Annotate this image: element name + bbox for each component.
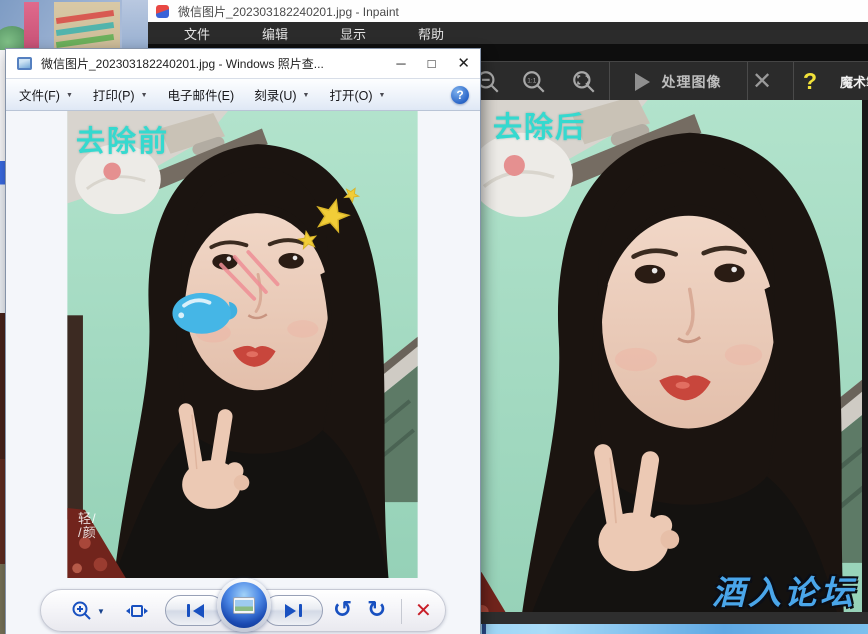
minimize-button[interactable]: ─ [396, 57, 405, 70]
chevron-down-icon: ▼ [303, 90, 310, 99]
taskbar-mark [482, 624, 486, 634]
magic-pen-label: 魔术笔 [840, 72, 868, 91]
process-image-label: 处理图像 [662, 72, 722, 92]
viewer-menu-email[interactable]: 电子邮件(E) [168, 85, 235, 104]
slideshow-button[interactable] [217, 578, 271, 632]
wallpaper-banner [24, 2, 39, 54]
actual-size-icon: 1:1 [521, 69, 547, 95]
viewer-menubar: 文件(F) ▼ 打印(P) ▼ 电子邮件(E) 刻录(U) ▼ 打开(O) ▼ … [6, 78, 480, 111]
forum-watermark: 酒入论坛 [712, 566, 856, 612]
fit-to-window-icon [125, 600, 149, 622]
viewer-window-buttons: ─ □ ✕ [396, 56, 470, 71]
next-icon [285, 604, 296, 618]
inpaint-menu-view[interactable]: 显示 [340, 24, 366, 43]
viewer-menu-file[interactable]: 文件(F) ▼ [19, 85, 73, 104]
inpaint-menu-help[interactable]: 帮助 [418, 24, 444, 43]
fit-to-window-button[interactable] [125, 600, 149, 622]
help-button[interactable]: ? [786, 62, 834, 101]
close-button[interactable]: ✕ [457, 56, 470, 71]
play-icon [635, 73, 650, 91]
inpaint-app-icon [156, 5, 169, 18]
next-button[interactable] [263, 595, 323, 626]
viewer-controls: ▼ [40, 589, 446, 632]
process-image-button[interactable]: 处理图像 [618, 62, 738, 101]
viewer-help-button[interactable]: ? [451, 86, 469, 104]
screen: 微信图片_202303182240201.jpg - Inpaint 文件 编辑… [0, 0, 868, 634]
inpaint-menubar: 文件 编辑 显示 帮助 [148, 22, 868, 44]
chevron-down-icon: ▼ [66, 90, 73, 99]
inpaint-menu-file[interactable]: 文件 [184, 24, 210, 43]
viewer-menu-open[interactable]: 打开(O) ▼ [329, 85, 385, 104]
before-image: 去除前 轻/ /颜 [67, 111, 418, 578]
inpaint-menu-edit[interactable]: 编辑 [262, 24, 288, 43]
help-question-icon: ? [803, 68, 817, 95]
magic-pen-tool[interactable]: 魔术笔 [840, 62, 868, 101]
rotate-right-button[interactable]: ↻ [367, 598, 386, 621]
chevron-down-icon: ▼ [379, 90, 386, 99]
viewer-menu-print[interactable]: 打印(P) ▼ [93, 85, 148, 104]
inpaint-titlebar[interactable]: 微信图片_202303182240201.jpg - Inpaint [148, 0, 868, 22]
after-image[interactable]: 去除后 酒入论坛 [480, 100, 862, 612]
chevron-down-icon: ▼ [141, 90, 148, 99]
after-portrait [480, 100, 862, 612]
camera-watermark: 轻/ /颜 [78, 512, 97, 540]
viewer-body: 去除前 轻/ /颜 ▼ [6, 111, 480, 634]
slideshow-icon [221, 582, 267, 628]
delete-button[interactable]: ✕ [415, 601, 432, 621]
previous-icon [187, 604, 190, 617]
after-label: 去除后 [493, 104, 586, 146]
cancel-button[interactable]: ✕ [734, 62, 790, 101]
rotate-left-button[interactable]: ↺ [333, 598, 352, 621]
photo-viewer-icon [17, 57, 32, 70]
photo-viewer-window: 微信图片_202303182240201.jpg - Windows 照片查..… [6, 49, 480, 634]
viewer-zoom-button[interactable] [71, 600, 93, 622]
zoom-menu-caret[interactable]: ▼ [97, 607, 105, 616]
fit-screen-button[interactable] [570, 62, 598, 101]
fit-screen-icon [571, 69, 597, 95]
inpaint-window-title: 微信图片_202303182240201.jpg - Inpaint [178, 3, 399, 20]
cancel-x-icon: ✕ [752, 67, 772, 96]
before-label: 去除前 [76, 118, 169, 160]
actual-size-button[interactable]: 1:1 [520, 62, 548, 101]
viewer-window-title: 微信图片_202303182240201.jpg - Windows 照片查..… [41, 55, 324, 72]
previous-button[interactable] [165, 595, 225, 626]
viewer-titlebar[interactable]: 微信图片_202303182240201.jpg - Windows 照片查..… [6, 49, 480, 78]
zoom-in-icon [71, 600, 93, 622]
viewer-menu-burn[interactable]: 刻录(U) ▼ [254, 85, 309, 104]
before-portrait [67, 111, 418, 578]
maximize-button[interactable]: □ [428, 57, 436, 70]
svg-text:1:1: 1:1 [527, 77, 536, 84]
